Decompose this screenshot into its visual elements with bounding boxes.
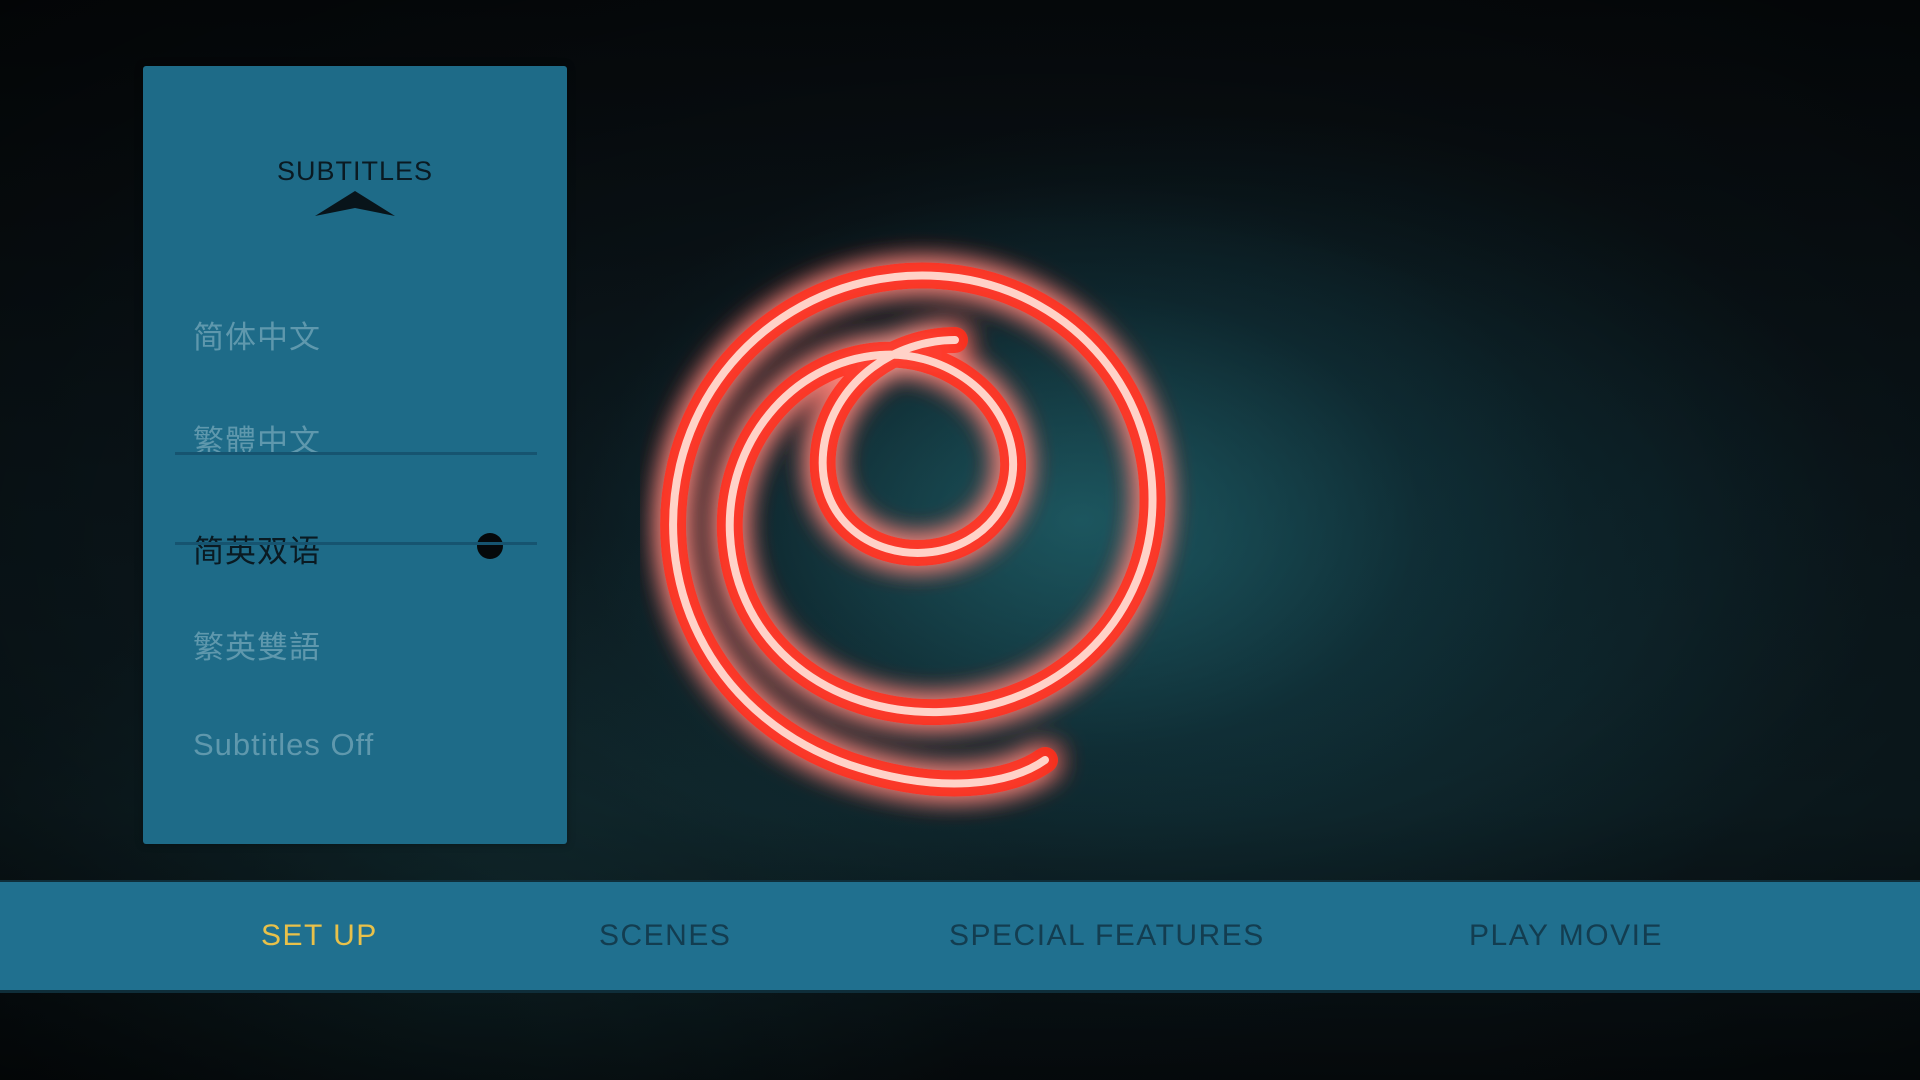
panel-title: SUBTITLES bbox=[276, 156, 434, 186]
subtitles-panel: SUBTITLES 简体中文 繁體中文 简英双语 繁英雙語 Subtitles … bbox=[143, 66, 567, 844]
subtitle-option-simplified-english[interactable]: 简英双语 bbox=[143, 500, 567, 590]
spiral-logo-icon bbox=[660, 262, 1166, 797]
option-label: 简英双语 bbox=[193, 534, 321, 569]
menu-screen: SUBTITLES 简体中文 繁體中文 简英双语 繁英雙語 Subtitles … bbox=[0, 0, 1920, 1080]
nav-set-up[interactable]: SET UP bbox=[261, 882, 378, 990]
main-nav-bar: SET UP SCENES SPECIAL FEATURES PLAY MOVI… bbox=[0, 880, 1920, 993]
option-label: 简体中文 bbox=[193, 320, 321, 355]
nav-scenes[interactable]: SCENES bbox=[599, 882, 731, 990]
option-label: Subtitles Off bbox=[193, 727, 375, 762]
subtitle-option-simplified-chinese[interactable]: 简体中文 bbox=[143, 286, 567, 376]
option-label: 繁英雙語 bbox=[193, 630, 321, 665]
subtitle-option-off[interactable]: Subtitles Off bbox=[143, 701, 567, 791]
subtitle-option-traditional-english[interactable]: 繁英雙語 bbox=[143, 596, 567, 686]
nav-play-movie[interactable]: PLAY MOVIE bbox=[1469, 882, 1663, 990]
dot-icon bbox=[477, 533, 503, 559]
nav-special-features[interactable]: SPECIAL FEATURES bbox=[949, 882, 1265, 990]
triangle-up-icon[interactable] bbox=[313, 188, 397, 218]
selection-divider-bottom bbox=[175, 542, 537, 545]
selection-divider-top bbox=[175, 452, 537, 455]
subtitle-option-traditional-chinese[interactable]: 繁體中文 bbox=[143, 390, 567, 480]
